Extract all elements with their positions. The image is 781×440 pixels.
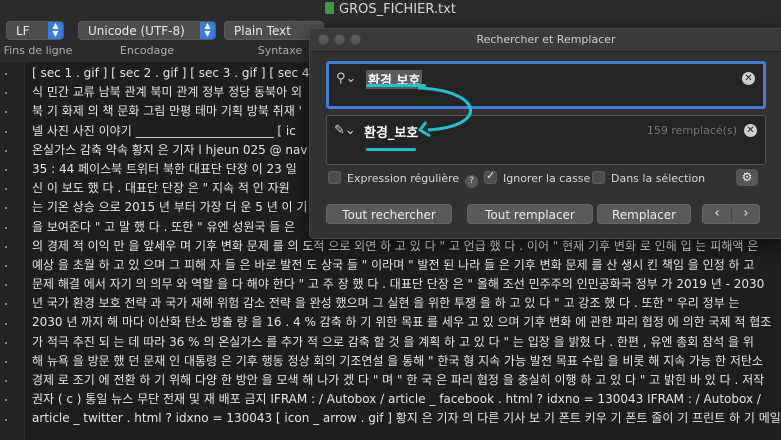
text-line[interactable]: 경제 로 조기 에 전환 하 기 위해 다양 한 방안 을 모색 해 나가 겠 … (32, 371, 781, 390)
line-marker-icon (5, 111, 7, 114)
navigation-buttons: ‹ › (702, 204, 760, 224)
line-marker-icon (5, 399, 7, 402)
encoding-value: Unicode (UTF-8) (88, 24, 185, 38)
ignore-case-option[interactable]: Ignorer la casse (484, 169, 591, 185)
replace-all-button[interactable]: Tout remplacer (467, 204, 593, 224)
clear-search-icon[interactable]: ✕ (742, 72, 755, 85)
line-ending-select[interactable]: LF ▲ ▼ (6, 21, 64, 40)
gear-icon[interactable]: ⚙ (736, 169, 758, 186)
line-marker-icon (5, 226, 7, 229)
line-marker-icon (5, 73, 7, 75)
clear-replace-icon[interactable]: ✕ (744, 124, 757, 137)
window-title: GROS_FICHIER.txt (0, 2, 781, 17)
text-line[interactable]: 예상 을 초월 하 고 있 으며 그 피해 자 들 은 바로 발전 도 상국 들… (32, 256, 781, 275)
line-marker-icon (5, 130, 7, 133)
chevron-updown-icon: ▲ ▼ (48, 22, 63, 39)
replace-count: 159 remplacé(s) (646, 124, 737, 137)
previous-result-button[interactable]: ‹ (703, 205, 731, 223)
regex-label: Expression régulière (347, 172, 460, 185)
line-marker-icon (5, 207, 7, 210)
text-line[interactable]: 의 경제 적 이익 만 을 앞세우 며 기후 변화 문제 를 의 도적 으로 외… (32, 237, 781, 256)
syntax-label: Syntaxe (257, 44, 303, 57)
magnifier-icon[interactable]: ⚲⌄ (336, 71, 356, 86)
dialog-title: Rechercher et Remplacer (310, 29, 781, 52)
find-replace-dialog: Rechercher et Remplacer ⚲⌄ 환경 보호 ✕ ✎⌄ 환경… (309, 28, 781, 239)
next-result-button[interactable]: › (732, 205, 760, 223)
in-selection-checkbox[interactable] (592, 171, 605, 184)
line-marker-icon (5, 380, 7, 383)
pencil-icon[interactable]: ✎⌄ (334, 123, 356, 138)
text-line[interactable]: 문제 해결 에서 자기 의 의무 와 역할 을 다 해야 한다 " 고 주 장 … (32, 275, 781, 294)
line-marker-icon (5, 284, 7, 287)
text-file-icon (325, 2, 335, 14)
in-selection-option[interactable]: Dans la sélection (592, 171, 705, 185)
ignore-case-label: Ignorer la casse (503, 172, 591, 185)
encoding-select[interactable]: Unicode (UTF-8) ▲ ▼ (78, 21, 216, 40)
regex-option[interactable]: Expression régulière? (328, 171, 479, 188)
find-all-button[interactable]: Tout rechercher (326, 204, 452, 224)
syntax-value: Plain Text (234, 24, 291, 38)
chevron-updown-icon: ▲ ▼ (200, 22, 215, 39)
line-ending-label: Fins de ligne (3, 44, 73, 57)
ignore-case-checkbox[interactable] (484, 169, 497, 184)
line-marker-icon (5, 322, 7, 325)
line-marker-icon (5, 245, 7, 248)
minimize-window-button[interactable] (334, 34, 345, 45)
text-line[interactable]: 권자 ( c ) 통일 뉴스 무단 전재 및 재 배포 금지 IFRAM : /… (32, 390, 781, 409)
text-line[interactable]: 2030 년 까지 해 마다 이산화 탄소 방출 량 을 16 . 4 % 감축… (32, 313, 781, 332)
line-gutter (0, 62, 25, 440)
text-line[interactable]: 년 국가 환경 보호 전략 과 국가 재해 위험 감소 전략 을 완성 했으며 … (32, 294, 781, 313)
regex-checkbox[interactable] (328, 171, 341, 184)
zoom-window-button[interactable] (350, 34, 361, 45)
line-marker-icon (5, 169, 7, 171)
close-window-button[interactable] (318, 34, 329, 45)
text-line[interactable]: 해 뉴욕 을 방문 했 던 문재 인 대통령 은 기후 행동 정상 회의 기조연… (32, 352, 781, 371)
line-marker-icon (5, 92, 7, 95)
in-selection-label: Dans la sélection (611, 172, 706, 185)
encoding-label: Encodage (119, 44, 175, 57)
line-marker-icon (5, 303, 7, 306)
text-line[interactable]: article _ twitter . html ? idxno = 13004… (32, 409, 781, 428)
line-marker-icon (5, 149, 7, 152)
line-marker-icon (5, 265, 7, 267)
window-title-text: GROS_FICHIER.txt (339, 2, 456, 17)
line-marker-icon (5, 418, 7, 421)
text-line[interactable]: 가 적극 추진 되 는 데 따라 36 % 의 온실가스 를 추가 적 으로 감… (32, 333, 781, 352)
line-marker-icon (5, 361, 7, 363)
replace-button[interactable]: Remplacer (597, 204, 691, 224)
help-icon[interactable]: ? (465, 175, 479, 188)
line-marker-icon (5, 341, 7, 344)
replace-arrow-icon (417, 86, 472, 138)
line-ending-value: LF (16, 24, 30, 38)
replace-text-underline (366, 148, 416, 151)
line-marker-icon (5, 188, 7, 191)
